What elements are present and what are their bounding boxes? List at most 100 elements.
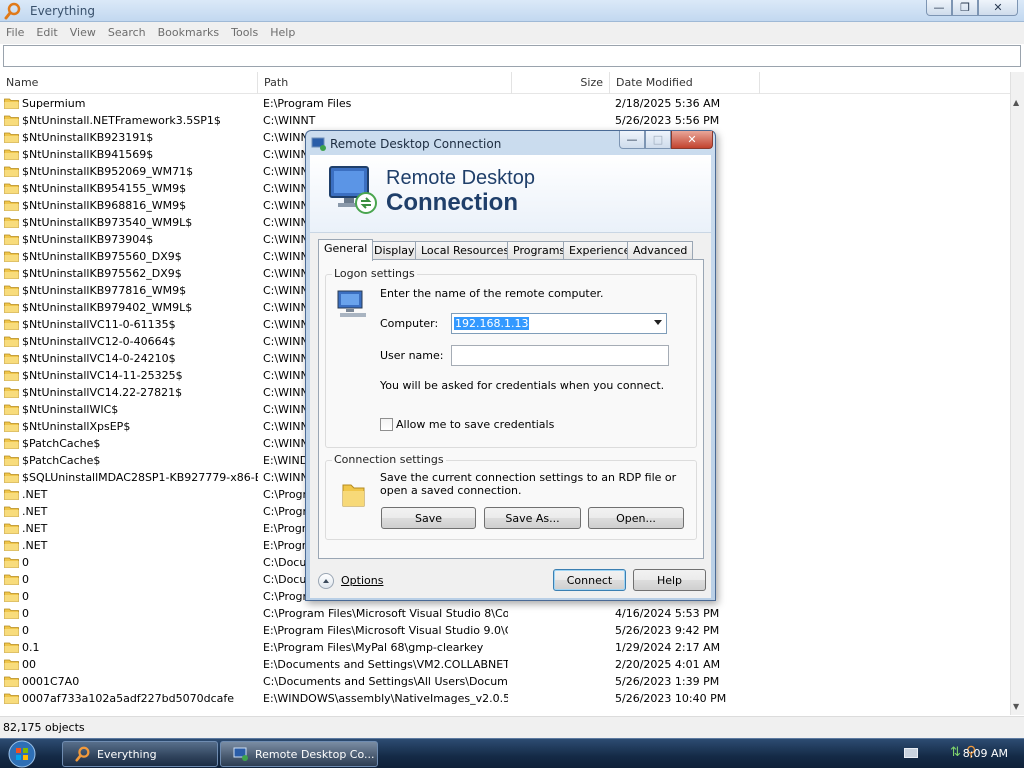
- table-row[interactable]: 0 E:\Program Files\Microsoft Visual Studi…: [0, 622, 1010, 639]
- tab-general[interactable]: General: [318, 239, 374, 261]
- cell-name: $NtUninstallKB975562_DX9$: [22, 267, 182, 280]
- column-name[interactable]: Name: [0, 72, 258, 94]
- tab-local-resources[interactable]: Local Resources: [415, 241, 516, 260]
- menu-tools[interactable]: Tools: [225, 22, 264, 39]
- tab-display[interactable]: Display: [368, 241, 421, 260]
- cell-date-modified: 2/18/2025 5:36 AM: [615, 97, 721, 110]
- menu-edit[interactable]: Edit: [30, 22, 63, 39]
- options-link[interactable]: Options: [341, 574, 383, 587]
- table-row[interactable]: 00 E:\Documents and Settings\VM2.COLLABNE…: [0, 656, 1010, 673]
- tab-advanced[interactable]: Advanced: [627, 241, 694, 260]
- menu-search[interactable]: Search: [102, 22, 152, 39]
- open-button[interactable]: Open...: [588, 507, 684, 529]
- table-row[interactable]: 0.1 E:\Program Files\MyPal 68\gmp-clearke…: [0, 639, 1010, 656]
- save-button[interactable]: Save: [381, 507, 476, 529]
- cell-date-modified: 5/26/2023 9:42 PM: [615, 624, 720, 637]
- folder-icon: [4, 319, 19, 330]
- network-icon[interactable]: ⇅: [950, 745, 961, 760]
- cell-date-modified: 5/26/2023 1:39 PM: [615, 675, 720, 688]
- table-row[interactable]: 0001C7A0 C:\Documents and Settings\All Us…: [0, 673, 1010, 690]
- menu-help[interactable]: Help: [264, 22, 301, 39]
- username-field[interactable]: [451, 345, 669, 366]
- scroll-up-icon[interactable]: ▲: [1013, 98, 1019, 107]
- cell-name: $NtUninstallVC14-11-25325$: [22, 369, 183, 382]
- folder-icon: [4, 353, 19, 364]
- help-button[interactable]: Help: [633, 569, 706, 591]
- computer-value[interactable]: 192.168.1.13: [454, 317, 530, 330]
- dialog-banner: Remote Desktop Connection: [310, 155, 711, 233]
- folder-icon: [4, 591, 19, 602]
- column-date-modified[interactable]: Date Modified: [610, 72, 760, 94]
- minimize-button[interactable]: —: [926, 0, 952, 16]
- cell-name: $PatchCache$: [22, 454, 101, 467]
- folder-icon: [4, 336, 19, 347]
- tab-experience[interactable]: Experience: [563, 241, 637, 260]
- logon-settings-label: Logon settings: [332, 267, 417, 280]
- start-button-icon[interactable]: [6, 740, 38, 768]
- connection-settings-description: Save the current connection settings to …: [380, 471, 677, 497]
- restore-icon: ❐: [960, 1, 970, 14]
- vertical-scrollbar[interactable]: ▲ ▼: [1010, 72, 1024, 715]
- clock[interactable]: 8:09 AM: [963, 747, 1008, 760]
- table-row[interactable]: 0 C:\Program Files\Microsoft Visual Studi…: [0, 605, 1010, 622]
- cell-name: $NtUninstallVC11-0-61135$: [22, 318, 176, 331]
- cell-name: $NtUninstallKB941569$: [22, 148, 154, 161]
- dialog-close-button[interactable]: ✕: [671, 131, 713, 149]
- folder-icon: [4, 455, 19, 466]
- folder-icon: [4, 132, 19, 143]
- cell-name: $NtUninstallVC12-0-40664$: [22, 335, 176, 348]
- search-input[interactable]: [3, 45, 1021, 67]
- folder-icon: [4, 472, 19, 483]
- cell-name: $NtUninstallKB923191$: [22, 131, 154, 144]
- cell-name: Supermium: [22, 97, 86, 110]
- allow-save-credentials-checkbox[interactable]: [380, 418, 393, 431]
- taskbar-item-label: Remote Desktop Co...: [255, 747, 375, 761]
- cell-name: 00: [22, 658, 36, 671]
- folder-icon: [4, 166, 19, 177]
- taskbar-item-remote-desktop[interactable]: Remote Desktop Co...: [220, 741, 378, 767]
- chevron-down-icon[interactable]: [654, 320, 662, 325]
- scroll-down-icon[interactable]: ▼: [1013, 702, 1019, 711]
- save-as-button[interactable]: Save As...: [484, 507, 581, 529]
- restore-button[interactable]: ❐: [952, 0, 978, 16]
- column-size[interactable]: Size: [512, 72, 610, 94]
- cell-path: C:\Program Files\Microsoft Visual Studio…: [263, 607, 508, 620]
- close-button[interactable]: ✕: [978, 0, 1018, 16]
- menu-file[interactable]: File: [0, 22, 30, 39]
- folder-icon: [4, 625, 19, 636]
- menu-view[interactable]: View: [64, 22, 102, 39]
- folder-icon: [4, 676, 19, 687]
- cell-name: .NET: [22, 488, 48, 501]
- column-path[interactable]: Path: [258, 72, 512, 94]
- keyboard-icon[interactable]: [904, 748, 918, 758]
- folder-icon: [4, 234, 19, 245]
- taskbar-item-label: Everything: [97, 747, 157, 761]
- table-row[interactable]: Supermium E:\Program Files 2/18/2025 5:36 …: [0, 95, 1010, 112]
- taskbar-item-everything[interactable]: Everything: [62, 741, 218, 767]
- table-row[interactable]: 0007af733a102a5adf227bd5070dcafe E:\WINDO…: [0, 690, 1010, 707]
- allow-save-credentials-label[interactable]: Allow me to save credentials: [396, 418, 554, 431]
- cell-name: .NET: [22, 539, 48, 552]
- folder-icon: [4, 557, 19, 568]
- tab-programs[interactable]: Programs: [507, 241, 572, 260]
- cell-name: 0: [22, 573, 29, 586]
- options-expand-icon[interactable]: [318, 573, 334, 589]
- folder-icon: [4, 523, 19, 534]
- cell-path: E:\Program Files\MyPal 68\gmp-clearkey: [263, 641, 484, 654]
- folder-icon: [4, 183, 19, 194]
- connect-button[interactable]: Connect: [553, 569, 626, 591]
- cell-date-modified: 5/26/2023 10:40 PM: [615, 692, 727, 705]
- cell-name: $PatchCache$: [22, 437, 101, 450]
- cell-name: $NtUninstallVC14-0-24210$: [22, 352, 176, 365]
- cell-path: C:\Documents and Settings\All Users\Docu…: [263, 675, 508, 688]
- cell-date-modified: 2/20/2025 4:01 AM: [615, 658, 721, 671]
- computer-label: Computer:: [380, 317, 439, 330]
- connection-settings-label: Connection settings: [332, 453, 446, 466]
- computer-icon: [337, 290, 366, 317]
- dialog-minimize-button[interactable]: —: [619, 131, 645, 149]
- computer-combobox[interactable]: 192.168.1.13: [451, 313, 667, 334]
- cell-name: 0: [22, 556, 29, 569]
- table-row[interactable]: $NtUninstall.NETFramework3.5SP1$ C:\WINNT…: [0, 112, 1010, 129]
- cell-name: $NtUninstallKB952069_WM71$: [22, 165, 194, 178]
- menu-bookmarks[interactable]: Bookmarks: [152, 22, 225, 39]
